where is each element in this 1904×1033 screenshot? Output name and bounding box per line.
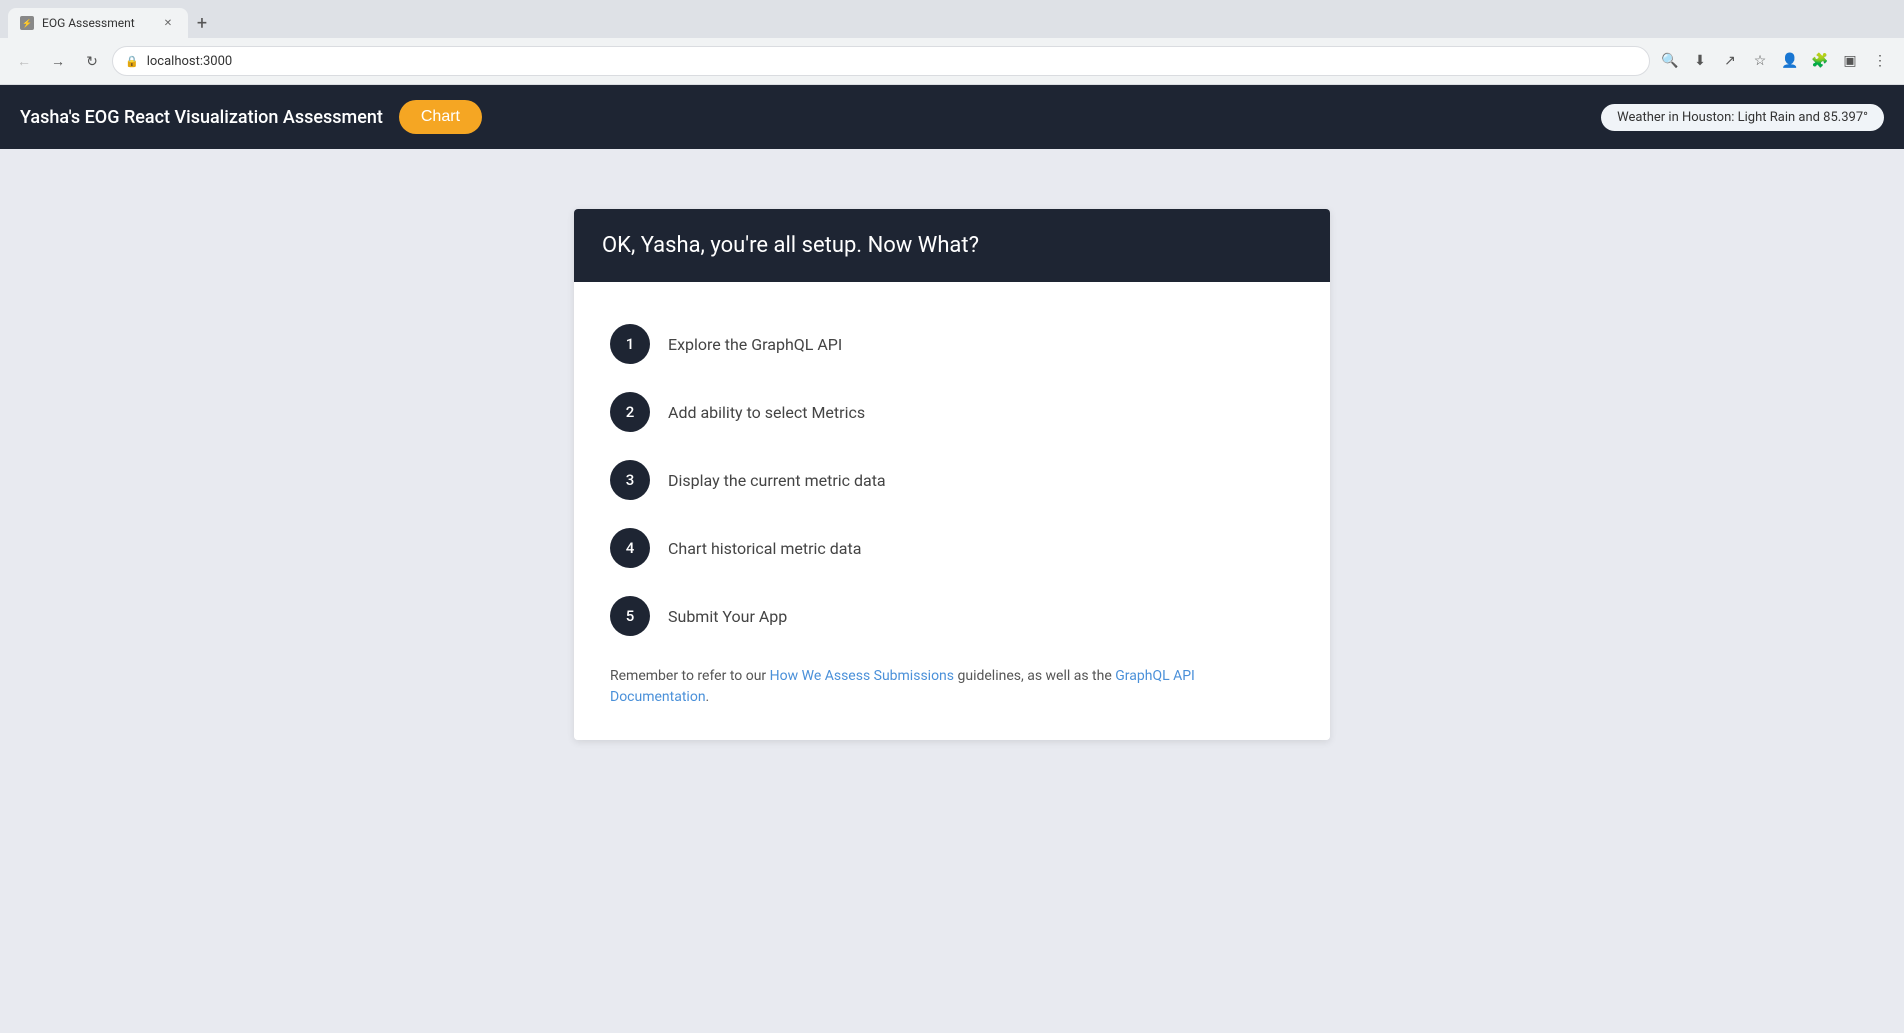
footer-prefix: Remember to refer to our <box>610 668 770 684</box>
app-header: Yasha's EOG React Visualization Assessme… <box>0 85 1904 149</box>
how-we-assess-link[interactable]: How We Assess Submissions <box>770 668 954 684</box>
address-bar-row: ← → ↻ 🔒 localhost:3000 🔍 ⬇ ↗ ☆ 👤 🧩 ▣ ⋮ <box>0 38 1904 84</box>
tab-bar: ⚡ EOG Assessment ✕ + <box>0 0 1904 38</box>
forward-button[interactable]: → <box>44 47 72 75</box>
save-icon[interactable]: ⬇ <box>1686 47 1714 75</box>
card-heading: OK, Yasha, you're all setup. Now What? <box>602 233 1302 258</box>
url-text: localhost:3000 <box>147 54 1637 69</box>
extensions-icon[interactable]: 🧩 <box>1806 47 1834 75</box>
step-item-2: 2 Add ability to select Metrics <box>602 378 1302 446</box>
bookmark-icon[interactable]: ☆ <box>1746 47 1774 75</box>
account-icon[interactable]: 👤 <box>1776 47 1804 75</box>
card-body: 1 Explore the GraphQL API 2 Add ability … <box>574 282 1330 740</box>
browser-chrome: ⚡ EOG Assessment ✕ + ← → ↻ 🔒 localhost:3… <box>0 0 1904 85</box>
new-tab-button[interactable]: + <box>188 9 216 37</box>
step-text-3: Display the current metric data <box>668 471 886 490</box>
step-text-4: Chart historical metric data <box>668 539 861 558</box>
card-header: OK, Yasha, you're all setup. Now What? <box>574 209 1330 282</box>
step-number-2: 2 <box>610 392 650 432</box>
app-body: OK, Yasha, you're all setup. Now What? 1… <box>0 149 1904 1033</box>
step-number-5: 5 <box>610 596 650 636</box>
step-text-2: Add ability to select Metrics <box>668 403 865 422</box>
main-card: OK, Yasha, you're all setup. Now What? 1… <box>574 209 1330 740</box>
weather-badge: Weather in Houston: Light Rain and 85.39… <box>1601 104 1884 131</box>
footer-text: Remember to refer to our How We Assess S… <box>602 666 1302 708</box>
step-text-1: Explore the GraphQL API <box>668 335 842 354</box>
footer-middle: guidelines, as well as the <box>954 668 1115 684</box>
step-item-3: 3 Display the current metric data <box>602 446 1302 514</box>
step-item-1: 1 Explore the GraphQL API <box>602 310 1302 378</box>
lock-icon: 🔒 <box>125 55 139 68</box>
footer-suffix: . <box>706 689 710 705</box>
share-icon[interactable]: ↗ <box>1716 47 1744 75</box>
sidebar-icon[interactable]: ▣ <box>1836 47 1864 75</box>
step-item-4: 4 Chart historical metric data <box>602 514 1302 582</box>
back-button[interactable]: ← <box>10 47 38 75</box>
reload-button[interactable]: ↻ <box>78 47 106 75</box>
tab-title: EOG Assessment <box>42 16 135 30</box>
toolbar-icons: 🔍 ⬇ ↗ ☆ 👤 🧩 ▣ ⋮ <box>1656 47 1894 75</box>
chart-button[interactable]: Chart <box>399 100 482 134</box>
lens-icon[interactable]: 🔍 <box>1656 47 1684 75</box>
step-number-4: 4 <box>610 528 650 568</box>
more-menu-icon[interactable]: ⋮ <box>1866 47 1894 75</box>
active-tab[interactable]: ⚡ EOG Assessment ✕ <box>8 8 188 38</box>
tab-close-button[interactable]: ✕ <box>160 15 176 31</box>
tab-favicon: ⚡ <box>20 16 34 30</box>
app-title: Yasha's EOG React Visualization Assessme… <box>20 107 383 128</box>
address-bar[interactable]: 🔒 localhost:3000 <box>112 46 1650 76</box>
step-number-3: 3 <box>610 460 650 500</box>
step-number-1: 1 <box>610 324 650 364</box>
step-text-5: Submit Your App <box>668 607 787 626</box>
step-item-5: 5 Submit Your App <box>602 582 1302 650</box>
steps-list: 1 Explore the GraphQL API 2 Add ability … <box>602 310 1302 650</box>
